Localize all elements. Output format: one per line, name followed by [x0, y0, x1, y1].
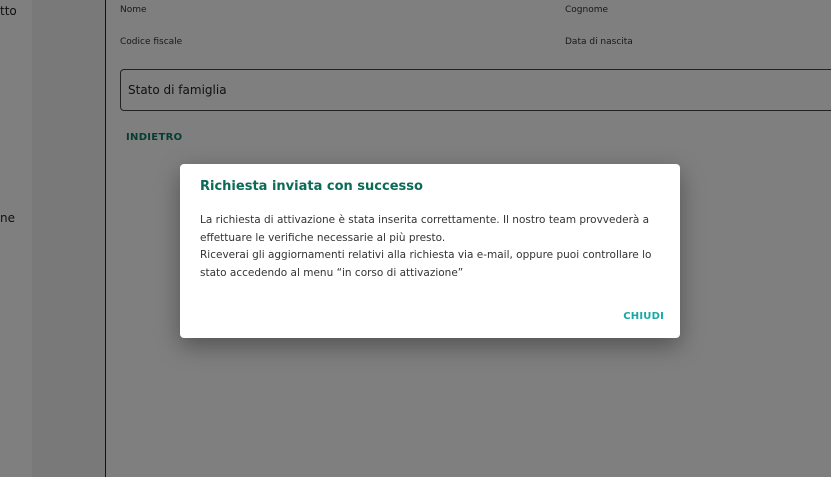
dialog-title: Richiesta inviata con successo	[200, 179, 423, 194]
dialog-paragraph: Riceverai gli aggiornamenti relativi all…	[200, 249, 652, 279]
dialog-paragraph: La richiesta di attivazione è stata inse…	[200, 214, 650, 244]
close-button[interactable]: CHIUDI	[623, 311, 664, 322]
success-dialog: Richiesta inviata con successo La richie…	[180, 164, 680, 338]
page: tto ne Nome Cognome Codice fiscale Data …	[0, 0, 831, 477]
dialog-body: La richiesta di attivazione è stata inse…	[200, 212, 660, 282]
